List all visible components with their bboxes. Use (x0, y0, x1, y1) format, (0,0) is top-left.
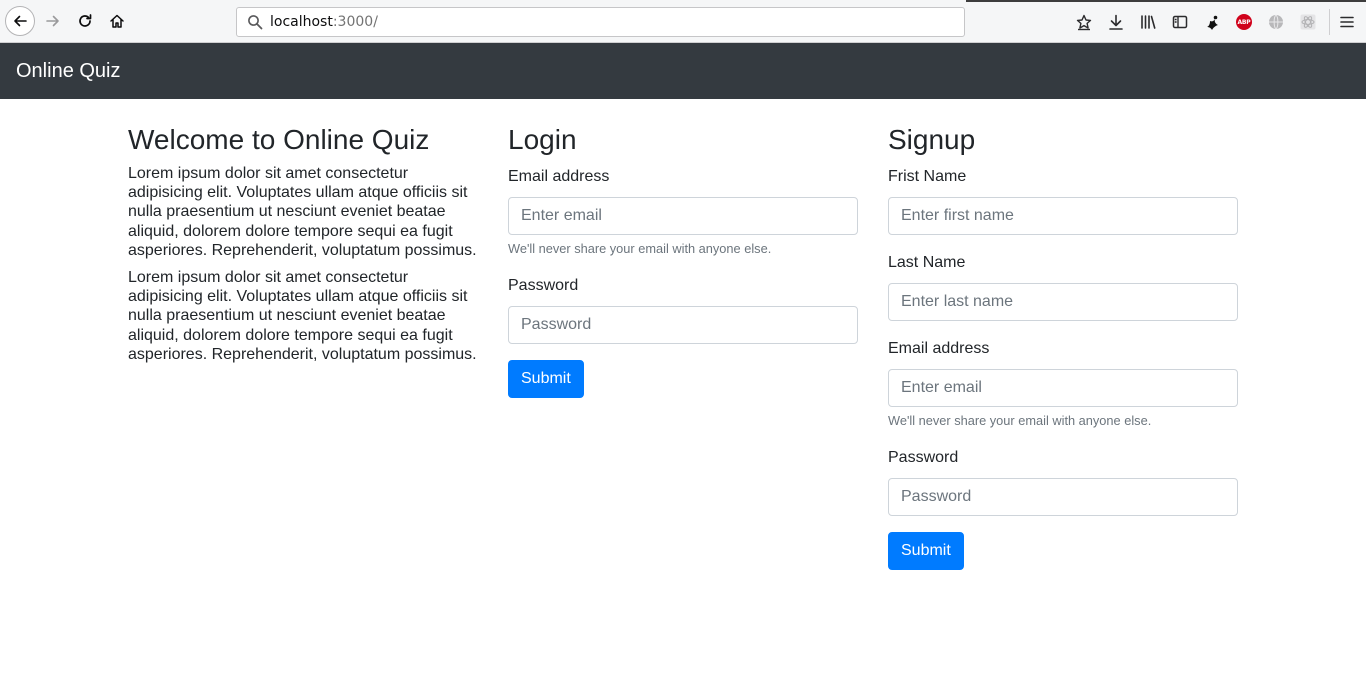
home-button[interactable] (102, 6, 132, 36)
window-edge (966, 0, 1366, 2)
url-host: localhost (270, 14, 333, 30)
login-email-input[interactable] (508, 197, 858, 235)
extension-icon (1207, 15, 1218, 30)
url-port-path: :3000/ (332, 14, 378, 30)
bookmark-star-icon (1076, 14, 1092, 31)
back-button[interactable] (5, 6, 35, 36)
download-button[interactable] (1105, 11, 1127, 33)
login-password-input[interactable] (508, 306, 858, 344)
signup-submit-button[interactable]: Submit (888, 532, 964, 570)
signup-password-input[interactable] (888, 478, 1238, 516)
signup-email-label: Email address (888, 340, 990, 357)
adblock-icon: ABP (1236, 14, 1252, 30)
atom-icon (1300, 14, 1316, 30)
signup-email-input[interactable] (888, 369, 1238, 407)
signup-first-name-input[interactable] (888, 197, 1238, 235)
welcome-title: Welcome to Online Quiz (128, 124, 430, 155)
signup-last-name-label: Last Name (888, 254, 966, 271)
globe-icon (1269, 14, 1283, 30)
navbar: Online Quiz (0, 43, 1366, 99)
login-submit-button[interactable]: Submit (508, 360, 584, 398)
library-icon (1141, 15, 1156, 29)
address-bar[interactable]: localhost:3000/ (236, 7, 965, 37)
sidebar-icon (1172, 15, 1188, 29)
signup-first-name-label: Frist Name (888, 168, 967, 185)
login-email-help: We'll never share your email with anyone… (508, 241, 772, 256)
home-icon (110, 14, 124, 28)
navbar-brand[interactable]: Online Quiz (16, 59, 121, 83)
signup-email-help: We'll never share your email with anyone… (888, 413, 1152, 428)
url-text[interactable]: localhost:3000/ (270, 14, 378, 30)
library-button[interactable] (1137, 11, 1159, 33)
signup-title: Signup (888, 124, 976, 155)
download-icon (1109, 14, 1123, 30)
login-email-label: Email address (508, 168, 610, 185)
adblock-button[interactable]: ABP (1233, 11, 1255, 33)
forward-button[interactable] (38, 6, 68, 36)
welcome-paragraph: Lorem ipsum dolor sit amet consectetur a… (128, 269, 477, 363)
signup-last-name-input[interactable] (888, 283, 1238, 321)
toolbar-divider (1329, 9, 1330, 35)
signup-password-label: Password (888, 449, 959, 466)
atom-button[interactable] (1297, 11, 1319, 33)
sidebar-button[interactable] (1169, 11, 1191, 33)
browser-toolbar: localhost:3000/ ABP (0, 0, 1366, 43)
welcome-paragraph: Lorem ipsum dolor sit amet consectetur a… (128, 165, 477, 259)
login-title: Login (508, 124, 577, 155)
back-icon (14, 15, 27, 27)
reload-icon (79, 14, 92, 27)
menu-icon (1340, 16, 1354, 28)
extension-button[interactable] (1201, 11, 1223, 33)
login-password-label: Password (508, 277, 579, 294)
menu-button[interactable] (1336, 11, 1358, 33)
bookmark-star-button[interactable] (1073, 11, 1095, 33)
reload-button[interactable] (70, 6, 100, 36)
forward-icon (46, 15, 59, 27)
search-icon (246, 13, 264, 31)
globe-button[interactable] (1265, 11, 1287, 33)
